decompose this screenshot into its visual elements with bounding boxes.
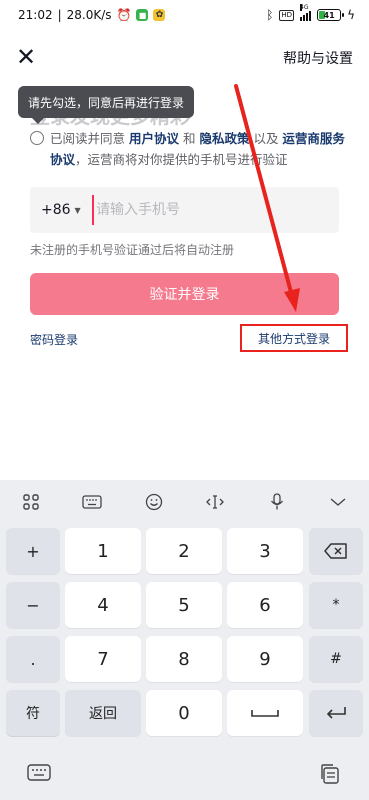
key-6[interactable]: 6 [227,582,303,628]
network-speed: 28.0K/s [66,8,112,22]
numeric-keyboard: + − . , 1 2 3 4 5 6 7 8 9 * # 符 返回 0 [0,480,369,800]
network-type: 4G [300,3,309,11]
agreement-block: 已阅读并同意 用户协议 和 隐私政策 以及 运营商服务协议，运营商将对你提供的手… [30,128,350,170]
country-code: +86 [41,202,71,218]
agreement-checkbox[interactable] [30,131,44,145]
agreement-and: 和 [179,131,200,146]
status-bar: 21:02 | 28.0K/s ⏰ ■ ✿ ᛒ HD 4G 41 ϟ [0,0,369,30]
verify-login-button[interactable]: 验证并登录 [30,273,339,315]
chevron-down-icon: ▼ [74,205,81,215]
back-key[interactable]: 返回 [65,690,141,736]
key-2[interactable]: 2 [146,528,222,574]
key-hash[interactable]: # [309,636,363,682]
privacy-policy-link[interactable]: 隐私政策 [199,131,249,146]
key-dot[interactable]: . [6,636,60,682]
other-login-link[interactable]: 其他方式登录 [240,324,348,352]
keyboard-toolbar [0,480,369,524]
agreement-and2: 以及 [249,131,283,146]
key-asterisk[interactable]: * [309,582,363,628]
clipboard-icon[interactable] [318,762,342,786]
tooltip-text: 请先勾选，同意后再进行登录 [27,95,184,110]
user-agreement-link[interactable]: 用户协议 [129,131,179,146]
backspace-key[interactable] [309,528,363,574]
phone-number-input[interactable] [92,195,312,225]
enter-icon [326,707,346,719]
agreement-tooltip: 请先勾选，同意后再进行登录 [18,86,194,124]
key-plus[interactable]: + [6,528,60,574]
key-minus[interactable]: − [6,582,60,628]
battery-icon: 41 [317,9,345,21]
microphone-icon[interactable] [262,487,292,517]
status-time: 21:02 [18,8,53,22]
key-3[interactable]: 3 [227,528,303,574]
close-icon[interactable]: ✕ [14,45,38,69]
app-notification-icon: ■ [136,9,149,21]
status-divider: | [57,8,62,22]
key-8[interactable]: 8 [146,636,222,682]
grid-menu-icon[interactable] [16,487,46,517]
game-notification-icon: ✿ [153,9,166,21]
key-5[interactable]: 5 [146,582,222,628]
symbol-key[interactable]: 符 [6,690,60,736]
charging-icon: ϟ [347,8,355,22]
enter-key[interactable] [309,690,363,736]
space-key[interactable] [227,690,303,736]
help-settings-link[interactable]: 帮助与设置 [283,48,353,68]
key-7[interactable]: 7 [65,636,141,682]
backspace-icon [324,543,347,559]
bluetooth-icon: ᛒ [266,8,274,22]
key-9[interactable]: 9 [227,636,303,682]
key-4[interactable]: 4 [65,582,141,628]
emoji-icon[interactable] [139,487,169,517]
battery-level: 41 [323,10,335,20]
keyboard-bottom-bar [0,752,369,800]
key-1[interactable]: 1 [65,528,141,574]
password-login-link[interactable]: 密码登录 [30,331,78,348]
cursor-move-icon[interactable] [200,487,230,517]
switch-keyboard-icon[interactable] [26,762,52,784]
alarm-icon: ⏰ [116,8,132,22]
collapse-keyboard-icon[interactable] [323,487,353,517]
auto-register-hint: 未注册的手机号验证通过后将自动注册 [30,243,235,257]
keyboard-layout-icon[interactable] [77,487,107,517]
country-code-selector[interactable]: +86 ▼ [30,202,92,218]
agreement-suffix: ，运营商将对你提供的手机号进行验证 [75,152,288,167]
agreement-prefix: 已阅读并同意 [50,131,129,146]
hd-icon: HD [279,9,295,21]
signal-icon: 4G [300,3,312,21]
key-0[interactable]: 0 [146,690,222,736]
space-icon [251,710,279,717]
phone-input-box: +86 ▼ [30,187,339,233]
annotation-arrow [234,84,300,312]
